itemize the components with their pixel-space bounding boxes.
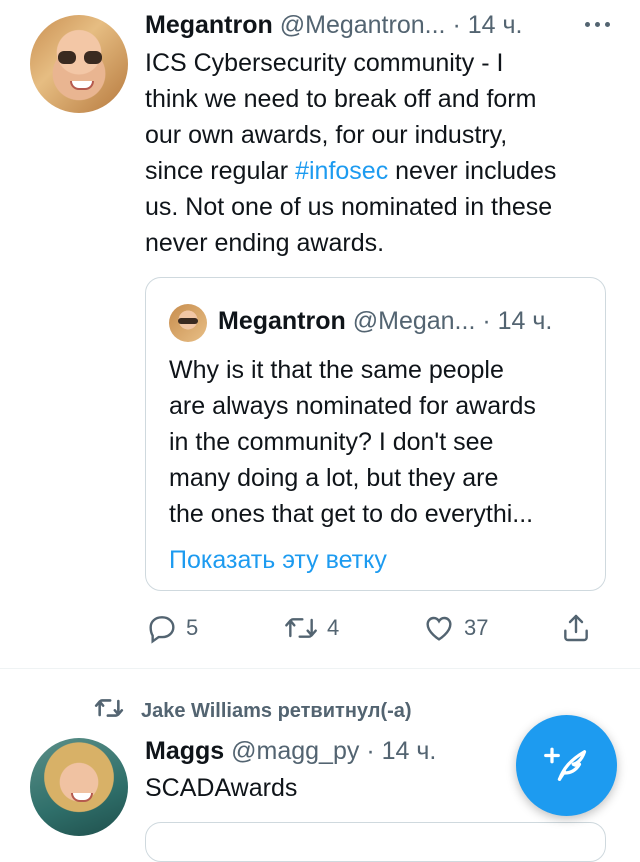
- compose-tweet-icon: [542, 738, 592, 793]
- sunglasses-graphic: [58, 51, 102, 65]
- avatar[interactable]: [30, 15, 128, 113]
- quoted-author-name: Megantron: [218, 307, 346, 335]
- retweet-button[interactable]: 4: [283, 608, 339, 648]
- retweet-context-text[interactable]: Jake Williams ретвитнул(-а): [141, 700, 412, 723]
- tweet-header: Maggs @magg_py · 14 ч.: [145, 736, 436, 766]
- quoted-header: Megantron @Megan... · 14 ч.: [218, 304, 552, 338]
- avatar[interactable]: [30, 738, 128, 836]
- author-handle[interactable]: @Megantron...: [280, 11, 446, 39]
- tweet-text: ICS Cybersecurity community - I think we…: [145, 49, 557, 257]
- tweet-actions: 5 4 37: [0, 608, 640, 648]
- share-icon: [560, 612, 592, 644]
- like-count: 37: [464, 615, 489, 640]
- author-handle[interactable]: @magg_py: [231, 737, 359, 765]
- show-thread-link[interactable]: Показать эту ветку: [169, 543, 387, 577]
- quoted-text: Why is it that the same people are alway…: [169, 356, 536, 528]
- share-button[interactable]: [560, 608, 592, 648]
- quoted-tweet[interactable]: [145, 822, 606, 862]
- reply-button[interactable]: 5: [146, 608, 198, 648]
- retweet-context: Jake Williams ретвитнул(-а): [92, 696, 412, 726]
- retweet-count: 4: [327, 615, 340, 640]
- more-icon[interactable]: [583, 13, 613, 33]
- compose-tweet-button[interactable]: [516, 715, 617, 816]
- reply-icon: [146, 612, 178, 644]
- tweet-divider: [0, 668, 640, 669]
- tweet-text: SCADAwards: [145, 774, 298, 802]
- quoted-tweet[interactable]: Megantron @Megan... · 14 ч. Why is it th…: [145, 277, 606, 591]
- tweet-time[interactable]: · 14 ч.: [366, 737, 436, 765]
- quoted-author-handle: @Megan...: [352, 307, 476, 335]
- reply-count: 5: [186, 615, 199, 640]
- quoted-avatar: [169, 304, 207, 342]
- retweet-icon: [283, 612, 319, 644]
- hashtag-link[interactable]: #infosec: [295, 157, 388, 185]
- heart-icon: [422, 612, 456, 644]
- author-name[interactable]: Megantron: [145, 11, 273, 39]
- author-name[interactable]: Maggs: [145, 737, 224, 765]
- tweet-header: Megantron @Megantron... · 14 ч.: [145, 10, 522, 40]
- retweet-icon: [92, 694, 141, 728]
- tweet-time[interactable]: · 14 ч.: [452, 11, 522, 39]
- tweet[interactable]: Megantron @Megantron... · 14 ч. ICS Cybe…: [0, 0, 640, 668]
- like-button[interactable]: 37: [422, 608, 488, 648]
- quoted-time: · 14 ч.: [482, 307, 553, 335]
